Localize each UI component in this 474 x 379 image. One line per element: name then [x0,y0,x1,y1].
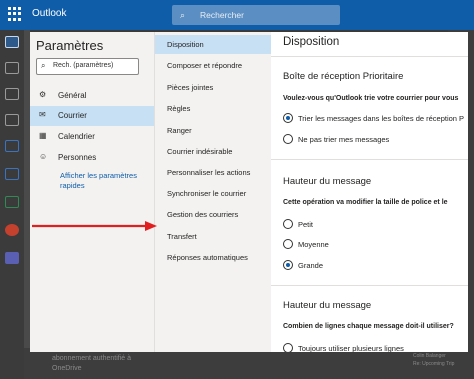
powerpoint-app-icon[interactable] [5,224,19,236]
mail-icon: ✉ [39,110,46,119]
search-icon: ⌕ [41,61,46,70]
app-rail [0,30,24,379]
submenu-item[interactable]: Synchroniser le courrier [155,184,272,203]
submenu-item[interactable]: Transfert [155,227,272,246]
nav-people[interactable]: ☺ Personnes [30,148,154,168]
nav-calendar[interactable]: ▦ Calendrier [30,127,154,147]
mail-app-icon[interactable] [5,36,19,48]
background-list-text: abonnement authentifié à [52,355,132,362]
radio-empty-icon [283,343,293,352]
search-icon: ⌕ [180,10,186,20]
dimmed-background-bottom [24,348,448,379]
settings-nav: Paramètres ⌕ Rech. (paramètres) ⚙ Généra… [30,32,154,352]
submenu-label: Réponses automatiques [167,253,248,262]
submenu-item[interactable]: Règles [155,99,272,118]
outlook-header: Outlook ⌕ Rechercher [0,0,474,30]
people-icon: ☺ [39,152,48,161]
section-question: Combien de lignes chaque message doit-il… [283,323,454,330]
radio-selected-icon [283,260,293,270]
quick-settings-link[interactable]: Afficher les paramètres rapides [60,171,148,191]
mail-search-placeholder: Rechercher [200,10,244,20]
word-app-icon[interactable] [5,168,19,180]
submenu-label: Gestion des courriers [167,210,239,219]
section-question: Voulez-vous qu'Outlook trie votre courri… [283,95,459,102]
section-title: Hauteur du message [283,300,372,311]
radio-label: Ne pas trier mes messages [298,135,390,144]
submenu-label: Transfert [167,232,197,241]
radio-label: Grande [298,261,324,270]
radio-empty-icon [283,219,293,229]
radio-empty-icon [283,239,293,249]
settings-search-placeholder: Rech. (paramètres) [53,62,114,69]
calendar-icon: ▦ [39,131,47,140]
submenu-item[interactable]: Ranger [155,121,272,140]
radio-label: Petit [298,220,314,229]
settings-search-input[interactable]: ⌕ Rech. (paramètres) [36,58,139,75]
disposition-panel: Disposition Boîte de réception Prioritai… [271,32,468,352]
app-name: Outlook [32,8,67,19]
submenu-label: Règles [167,104,191,113]
nav-general[interactable]: ⚙ Général [30,86,154,106]
nav-label: Calendrier [58,132,95,141]
radio-label: Trier les messages dans les boîtes de ré… [298,114,465,123]
radio-label: Toujours utiliser plusieurs lignes [298,344,404,352]
divider [271,56,468,57]
background-preview-text: Colin Balanger [413,353,446,359]
nav-mail[interactable]: ✉ Courrier [30,106,154,126]
submenu-item-automatic-replies[interactable]: Réponses automatiques [155,248,272,267]
radio-selected-icon [283,113,293,123]
submenu-item[interactable]: Pièces jointes [155,78,272,97]
submenu-item[interactable]: Gestion des courriers [155,205,272,224]
app-launcher-icon[interactable] [8,7,22,21]
submenu-label: Personnaliser les actions [167,168,251,177]
submenu-item[interactable]: Personnaliser les actions [155,163,272,182]
submenu-label: Pièces jointes [167,83,214,92]
section-question: Cette opération va modifier la taille de… [283,199,448,206]
nav-label: Courrier [58,111,87,120]
submenu-label: Courrier indésirable [167,147,233,156]
annotation-arrow-icon [32,221,157,231]
people-app-icon[interactable] [5,88,19,100]
submenu-label: Composer et répondre [167,61,243,70]
panel-title: Disposition [283,36,340,48]
gear-icon: ⚙ [39,90,47,99]
submenu-label: Disposition [167,40,204,49]
section-title: Hauteur du message [283,176,372,187]
attachment-app-icon[interactable] [5,114,19,126]
nav-label: Général [58,91,87,100]
divider [271,285,468,286]
radio-empty-icon [283,134,293,144]
submenu-item[interactable]: Composer et répondre [155,56,272,75]
nav-label: Personnes [58,153,97,162]
mail-search-box[interactable]: ⌕ Rechercher [172,5,340,25]
background-list-text: OneDrive [52,365,82,372]
teams-app-icon[interactable] [5,252,19,264]
calendar-app-icon[interactable] [5,62,19,74]
todo-app-icon[interactable] [5,140,19,152]
background-preview-text: Re: Upcoming Trip [413,361,455,367]
submenu-item[interactable]: Disposition [155,35,272,54]
mail-submenu: Disposition Composer et répondre Pièces … [154,32,272,352]
excel-app-icon[interactable] [5,196,19,208]
submenu-label: Ranger [167,126,192,135]
submenu-label: Synchroniser le courrier [167,189,247,198]
settings-title: Paramètres [36,38,104,53]
radio-label: Moyenne [298,240,329,249]
settings-dialog: Paramètres ⌕ Rech. (paramètres) ⚙ Généra… [30,32,468,352]
submenu-item[interactable]: Courrier indésirable [155,142,272,161]
section-title: Boîte de réception Prioritaire [283,71,404,82]
divider [271,159,468,160]
